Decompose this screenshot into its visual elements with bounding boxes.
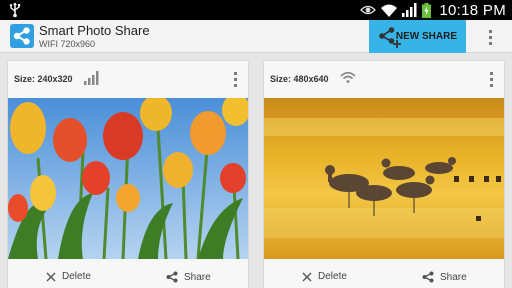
- usb-icon: [9, 2, 21, 18]
- battery-icon: [422, 2, 432, 18]
- close-icon: [46, 272, 56, 281]
- delete-label: Delete: [318, 271, 347, 282]
- app-icon[interactable]: [10, 24, 34, 48]
- overflow-menu-icon[interactable]: [484, 26, 496, 48]
- app-title: Smart Photo Share: [39, 23, 150, 38]
- signal-bars-icon: [84, 71, 99, 85]
- app-subtitle: WIFI 720x960: [39, 39, 96, 49]
- share-label: Share: [184, 271, 211, 283]
- share-plus-icon: [379, 27, 401, 48]
- photo-card: Size: 480x640 Delete Share: [264, 61, 504, 288]
- tulips-photo[interactable]: [8, 98, 248, 259]
- share-icon: [166, 271, 178, 283]
- eye-icon: [360, 5, 377, 15]
- card-menu-icon[interactable]: [486, 69, 496, 89]
- share-button[interactable]: Share: [166, 271, 211, 283]
- wifi-icon: [340, 71, 356, 84]
- share-icon: [13, 27, 30, 45]
- wifi-icon: [381, 4, 398, 17]
- card-actions: Delete Share: [264, 268, 504, 288]
- close-icon: [302, 272, 312, 281]
- size-label: Size: 240x320: [14, 74, 73, 84]
- clock: 10:18 PM: [439, 1, 506, 19]
- card-actions: Delete Share: [8, 268, 248, 288]
- new-share-button[interactable]: NEW SHARE: [369, 20, 466, 53]
- ducks-photo[interactable]: [264, 98, 504, 259]
- delete-button[interactable]: Delete: [46, 271, 91, 282]
- card-menu-icon[interactable]: [230, 69, 240, 89]
- share-icon: [422, 271, 434, 283]
- new-share-label: NEW SHARE: [395, 31, 457, 42]
- share-label: Share: [440, 271, 467, 283]
- share-button[interactable]: Share: [422, 271, 467, 283]
- delete-label: Delete: [62, 271, 91, 282]
- size-label: Size: 480x640: [270, 74, 329, 84]
- signal-icon: [402, 3, 417, 17]
- photo-card: Size: 240x320 Delete Share: [8, 61, 248, 288]
- delete-button[interactable]: Delete: [302, 271, 347, 282]
- status-bar: 10:18 PM: [0, 0, 512, 20]
